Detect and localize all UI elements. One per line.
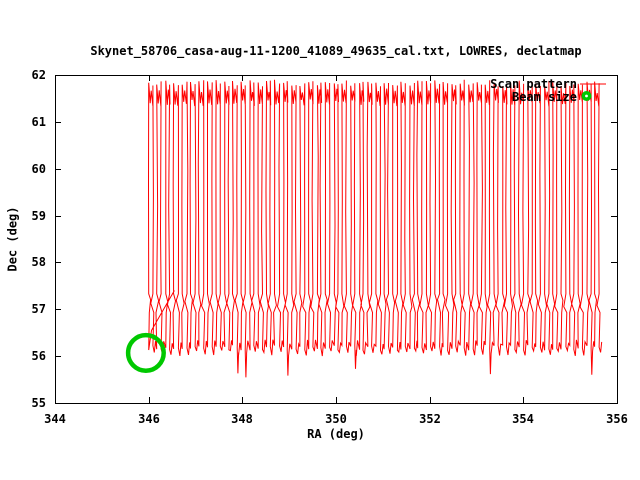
scan-pattern-path [149,80,602,378]
legend-beam-size-label: Beam size [512,91,577,104]
y-tick-label: 58 [32,255,46,269]
y-tick-label: 60 [32,162,46,176]
axes [55,75,618,404]
x-axis-label: RA (deg) [55,428,617,441]
plot-border [56,76,618,404]
x-tick-label: 352 [419,412,441,426]
x-tick-label: 350 [325,412,347,426]
y-axis-label: Dec (deg) [7,206,20,271]
y-tick-label: 56 [32,349,46,363]
y-tick-label: 61 [32,115,46,129]
x-tick-label: 346 [138,412,160,426]
x-tick-label: 354 [512,412,534,426]
plot-area: 344 346 348 350 352 354 356 55 56 57 58 59 60 61 62 [0,0,640,480]
x-tick-label: 348 [231,412,253,426]
y-tick-label: 62 [32,68,46,82]
y-tick-label: 55 [32,396,46,410]
chart-canvas: 344 346 348 350 352 354 356 55 56 57 58 59 60 61 62 Sk… [0,0,640,480]
beam-size-circle [128,335,164,371]
y-tick-label: 59 [32,209,46,223]
legend-beam-point-center [585,95,588,98]
x-tick-label: 356 [606,412,628,426]
y-tick-label: 57 [32,302,46,316]
x-tick-label: 344 [44,412,66,426]
chart-title: Skynet_58706_casa-aug-11-1200_41089_4963… [55,45,617,58]
